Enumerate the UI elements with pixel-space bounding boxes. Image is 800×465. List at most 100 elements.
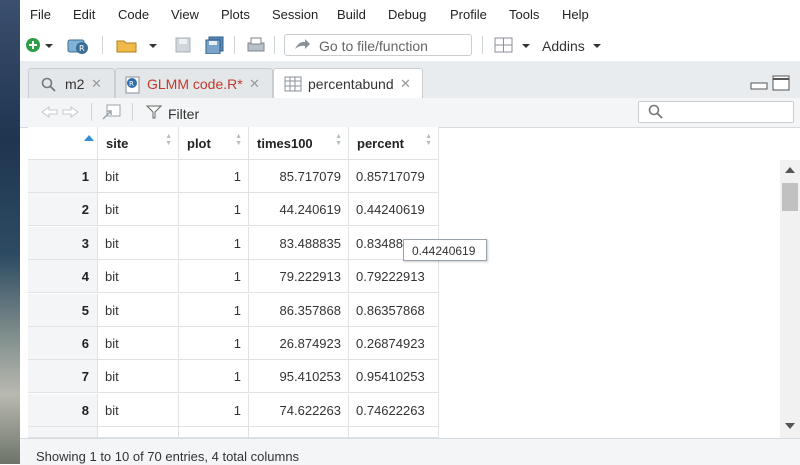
table-cell[interactable]: 74.622263 — [249, 394, 349, 427]
menu-file[interactable]: File — [30, 7, 51, 22]
row-number-label: 3 — [81, 236, 89, 251]
table-cell[interactable]: 86.357868 — [249, 294, 349, 327]
menu-help[interactable]: Help — [562, 7, 589, 22]
table-cell[interactable]: 0.79222913 — [349, 260, 439, 293]
table-cell[interactable]: 85.717079 — [249, 160, 349, 193]
table-cell[interactable]: 79.222913 — [249, 260, 349, 293]
table-cell[interactable]: 1 — [179, 227, 249, 260]
table-cell[interactable]: 95.410253 — [249, 360, 349, 393]
cell-value: 0.79222913 — [356, 269, 425, 284]
tab-m2[interactable]: m2 ✕ — [28, 68, 115, 98]
tab-percentabund[interactable]: percentabund ✕ — [273, 68, 423, 99]
scroll-down-icon[interactable] — [785, 422, 795, 430]
toolbar-separator — [274, 36, 275, 54]
table-cell[interactable]: bit — [98, 160, 179, 193]
go-to-file-placeholder: Go to file/function — [319, 38, 428, 54]
print-icon[interactable] — [246, 36, 266, 54]
table-cell[interactable]: 1 — [179, 160, 249, 193]
table-cell[interactable]: bit — [98, 294, 179, 327]
table-cell[interactable]: 1 — [179, 360, 249, 393]
show-in-window-icon[interactable] — [102, 104, 122, 120]
menu-session[interactable]: Session — [272, 7, 318, 22]
addins-menu[interactable]: Addins — [542, 38, 585, 54]
cell-value: bit — [105, 269, 119, 284]
table-cell[interactable]: 1 — [179, 193, 249, 226]
chevron-down-icon[interactable] — [44, 36, 54, 54]
row-number: 3 — [28, 227, 98, 260]
sort-icon: ▲ ▼ — [425, 133, 432, 147]
table-cell[interactable]: 83.488835 — [249, 227, 349, 260]
table-cell[interactable]: 0.85717079 — [349, 160, 439, 193]
cell-value: 79.222913 — [279, 269, 341, 284]
cell-value: bit — [105, 169, 119, 184]
table-cell[interactable]: 0.86357868 — [349, 294, 439, 327]
go-to-file-input[interactable]: Go to file/function — [284, 34, 472, 56]
row-number-label: 7 — [81, 369, 89, 384]
pane-layout-icon[interactable] — [494, 36, 514, 54]
table-cell[interactable]: 0.74622263 — [349, 394, 439, 427]
column-header-label: times100 — [257, 136, 313, 151]
back-forward-icon[interactable] — [40, 105, 80, 119]
filter-icon[interactable] — [146, 105, 162, 119]
menu-view[interactable]: View — [171, 7, 199, 22]
column-header-site[interactable]: site ▲ ▼ — [98, 127, 179, 160]
new-file-icon[interactable] — [25, 36, 41, 54]
table-search-input[interactable] — [638, 101, 794, 123]
scroll-up-icon[interactable] — [785, 166, 795, 174]
table-cell[interactable]: bit — [98, 227, 179, 260]
table-cell[interactable]: 44.240619 — [249, 193, 349, 226]
table-cell[interactable]: bit — [98, 394, 179, 427]
column-header-label: site — [106, 136, 129, 151]
menu-profile[interactable]: Profile — [450, 7, 487, 22]
column-header-percent[interactable]: percent ▲ ▼ — [349, 127, 439, 160]
chevron-down-icon[interactable] — [592, 36, 602, 54]
search-icon — [41, 77, 56, 92]
menu-build[interactable]: Build — [337, 7, 366, 22]
scrollbar-thumb[interactable] — [782, 183, 798, 211]
table-row-partial — [28, 427, 98, 438]
close-icon[interactable]: ✕ — [400, 76, 411, 92]
table-cell[interactable]: bit — [98, 260, 179, 293]
tab-glmm-code[interactable]: R GLMM code.R* ✕ — [115, 68, 273, 98]
table-cell[interactable]: 0.26874923 — [349, 327, 439, 360]
table-cell[interactable]: 0.44240619 — [349, 193, 439, 226]
menu-debug[interactable]: Debug — [388, 7, 426, 22]
close-icon[interactable]: ✕ — [91, 76, 102, 92]
table-cell[interactable]: bit — [98, 360, 179, 393]
desktop-background-strip — [0, 0, 20, 464]
table-cell[interactable]: 1 — [179, 394, 249, 427]
column-header-times100[interactable]: times100 ▲ ▼ — [249, 127, 349, 160]
table-cell[interactable]: 1 — [179, 294, 249, 327]
save-icon[interactable] — [174, 36, 192, 54]
row-number-header[interactable] — [28, 127, 98, 160]
minimize-pane-icon[interactable] — [750, 77, 768, 91]
tab-label: m2 — [65, 76, 85, 92]
table-cell[interactable]: 26.874923 — [249, 327, 349, 360]
maximize-pane-icon[interactable] — [772, 75, 790, 91]
filter-button[interactable]: Filter — [168, 106, 199, 122]
cell-value: 0.95410253 — [356, 369, 425, 384]
table-cell[interactable]: 1 — [179, 260, 249, 293]
column-header-plot[interactable]: plot ▲ ▼ — [179, 127, 249, 160]
new-project-icon[interactable]: R — [66, 36, 90, 54]
cell-value: bit — [105, 369, 119, 384]
sort-icon: ▲ ▼ — [235, 133, 242, 147]
table-cell[interactable]: bit — [98, 193, 179, 226]
close-icon[interactable]: ✕ — [249, 76, 260, 92]
menu-code[interactable]: Code — [118, 7, 149, 22]
row-number: 6 — [28, 327, 98, 360]
chevron-down-icon[interactable] — [521, 36, 531, 54]
table-cell[interactable]: 1 — [179, 327, 249, 360]
table-cell — [249, 427, 349, 438]
row-number: 7 — [28, 360, 98, 393]
menu-edit[interactable]: Edit — [73, 7, 95, 22]
menu-plots[interactable]: Plots — [221, 7, 250, 22]
save-all-icon[interactable] — [204, 36, 226, 54]
menu-tools[interactable]: Tools — [509, 7, 539, 22]
sort-icon: ▲ ▼ — [335, 133, 342, 147]
chevron-down-icon[interactable] — [148, 36, 158, 54]
table-cell[interactable]: 0.95410253 — [349, 360, 439, 393]
table-cell[interactable]: bit — [98, 327, 179, 360]
cell-value: 0.74622263 — [356, 403, 425, 418]
open-folder-icon[interactable] — [116, 36, 140, 54]
